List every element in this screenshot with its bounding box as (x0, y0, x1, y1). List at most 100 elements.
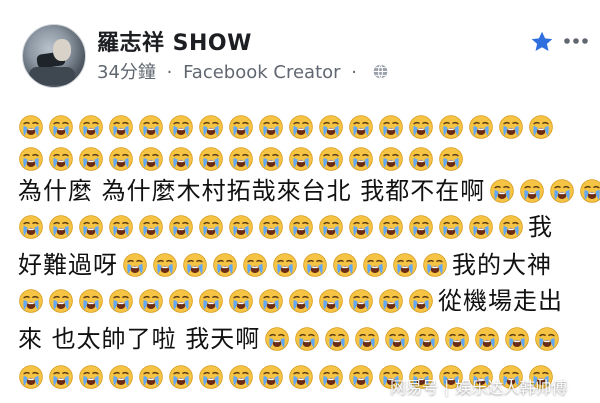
more-options-icon[interactable] (561, 28, 591, 54)
text-line-6: 從機場走出 (18, 284, 563, 318)
loudly-crying-face-icon (169, 365, 193, 389)
post-header: 羅志祥 SHOW 34分鐘 · Facebook Creator · (0, 0, 600, 92)
loudly-crying-face-icon (379, 147, 403, 171)
emoji-line-1 (18, 110, 554, 144)
loudly-crying-face-icon (409, 147, 433, 171)
loudly-crying-face-icon (333, 253, 357, 277)
loudly-crying-face-icon (259, 215, 283, 239)
post-text-line-6: 從機場走出 (438, 287, 563, 315)
loudly-crying-face-icon (409, 115, 433, 139)
author-name[interactable]: 羅志祥 SHOW (97, 25, 252, 57)
loudly-crying-face-icon (229, 365, 253, 389)
loudly-crying-face-icon (409, 289, 433, 313)
loudly-crying-face-icon (49, 115, 73, 139)
loudly-crying-face-icon (349, 365, 373, 389)
loudly-crying-face-icon (199, 115, 223, 139)
loudly-crying-face-icon (229, 147, 253, 171)
emoji-group-line-3 (489, 178, 600, 204)
loudly-crying-face-icon (109, 115, 133, 139)
loudly-crying-face-icon (229, 289, 253, 313)
loudly-crying-face-icon (289, 147, 313, 171)
loudly-crying-face-icon (325, 327, 350, 351)
loudly-crying-face-icon (139, 365, 163, 389)
loudly-crying-face-icon (79, 365, 103, 389)
loudly-crying-face-icon (379, 289, 403, 313)
loudly-crying-face-icon (423, 253, 447, 277)
loudly-crying-face-icon (415, 327, 440, 351)
loudly-crying-face-icon (49, 215, 73, 239)
loudly-crying-face-icon (580, 179, 600, 203)
loudly-crying-face-icon (199, 289, 223, 313)
loudly-crying-face-icon (19, 147, 43, 171)
loudly-crying-face-icon (49, 147, 73, 171)
avatar[interactable] (22, 24, 86, 88)
loudly-crying-face-icon (19, 365, 43, 389)
loudly-crying-face-icon (183, 253, 207, 277)
loudly-crying-face-icon (505, 327, 530, 351)
loudly-crying-face-icon (529, 115, 553, 139)
loudly-crying-face-icon (199, 147, 223, 171)
loudly-crying-face-icon (499, 115, 523, 139)
loudly-crying-face-icon (349, 115, 373, 139)
post-text-line-5-prefix: 好難過呀 (18, 251, 118, 279)
emoji-group-line-6 (18, 288, 434, 314)
loudly-crying-face-icon (19, 115, 43, 139)
post-source: Facebook Creator (183, 62, 341, 83)
loudly-crying-face-icon (490, 179, 515, 203)
loudly-crying-face-icon (289, 365, 313, 389)
loudly-crying-face-icon (49, 365, 73, 389)
post-time[interactable]: 34分鐘 (97, 62, 156, 83)
text-line-5: 好難過呀 我的大神 (18, 248, 552, 282)
loudly-crying-face-icon (289, 289, 313, 313)
loudly-crying-face-icon (550, 179, 575, 203)
star-icon[interactable] (530, 30, 554, 54)
loudly-crying-face-icon (259, 115, 283, 139)
loudly-crying-face-icon (243, 253, 267, 277)
loudly-crying-face-icon (153, 253, 177, 277)
loudly-crying-face-icon (475, 327, 500, 351)
loudly-crying-face-icon (319, 289, 343, 313)
loudly-crying-face-icon (109, 215, 133, 239)
loudly-crying-face-icon (303, 253, 327, 277)
text-line-3: 為什麼 為什麼木村拓哉來台北 我都不在啊 (18, 174, 600, 208)
loudly-crying-face-icon (169, 115, 193, 139)
loudly-crying-face-icon (439, 147, 463, 171)
loudly-crying-face-icon (295, 327, 320, 351)
watermark-right: 娱乐达人韩帅傅 (455, 378, 568, 397)
emoji-line-2 (18, 142, 464, 176)
loudly-crying-face-icon (469, 215, 493, 239)
loudly-crying-face-icon (109, 289, 133, 313)
loudly-crying-face-icon (229, 215, 253, 239)
text-line-7: 來 也太帥了啦 我天啊 (18, 322, 560, 356)
loudly-crying-face-icon (109, 365, 133, 389)
loudly-crying-face-icon (319, 115, 343, 139)
emoji-group-line-5 (122, 252, 448, 278)
loudly-crying-face-icon (139, 215, 163, 239)
loudly-crying-face-icon (79, 289, 103, 313)
loudly-crying-face-icon (499, 215, 523, 239)
loudly-crying-face-icon (169, 215, 193, 239)
globe-icon (373, 64, 388, 79)
loudly-crying-face-icon (319, 365, 343, 389)
loudly-crying-face-icon (379, 115, 403, 139)
loudly-crying-face-icon (265, 327, 290, 351)
loudly-crying-face-icon (109, 147, 133, 171)
loudly-crying-face-icon (520, 179, 545, 203)
loudly-crying-face-icon (139, 289, 163, 313)
loudly-crying-face-icon (445, 327, 470, 351)
loudly-crying-face-icon (535, 327, 560, 351)
watermark-separator: | (444, 376, 450, 396)
watermark-left: 网易号 (390, 378, 439, 397)
post-text-line-7: 來 也太帥了啦 我天啊 (18, 325, 261, 353)
loudly-crying-face-icon (319, 215, 343, 239)
loudly-crying-face-icon (229, 115, 253, 139)
loudly-crying-face-icon (385, 327, 410, 351)
loudly-crying-face-icon (199, 215, 223, 239)
loudly-crying-face-icon (199, 365, 223, 389)
loudly-crying-face-icon (393, 253, 417, 277)
loudly-crying-face-icon (319, 147, 343, 171)
loudly-crying-face-icon (439, 215, 463, 239)
emoji-group-line-7 (264, 326, 560, 352)
loudly-crying-face-icon (19, 289, 43, 313)
post-text-line-4: 我 (528, 213, 553, 241)
